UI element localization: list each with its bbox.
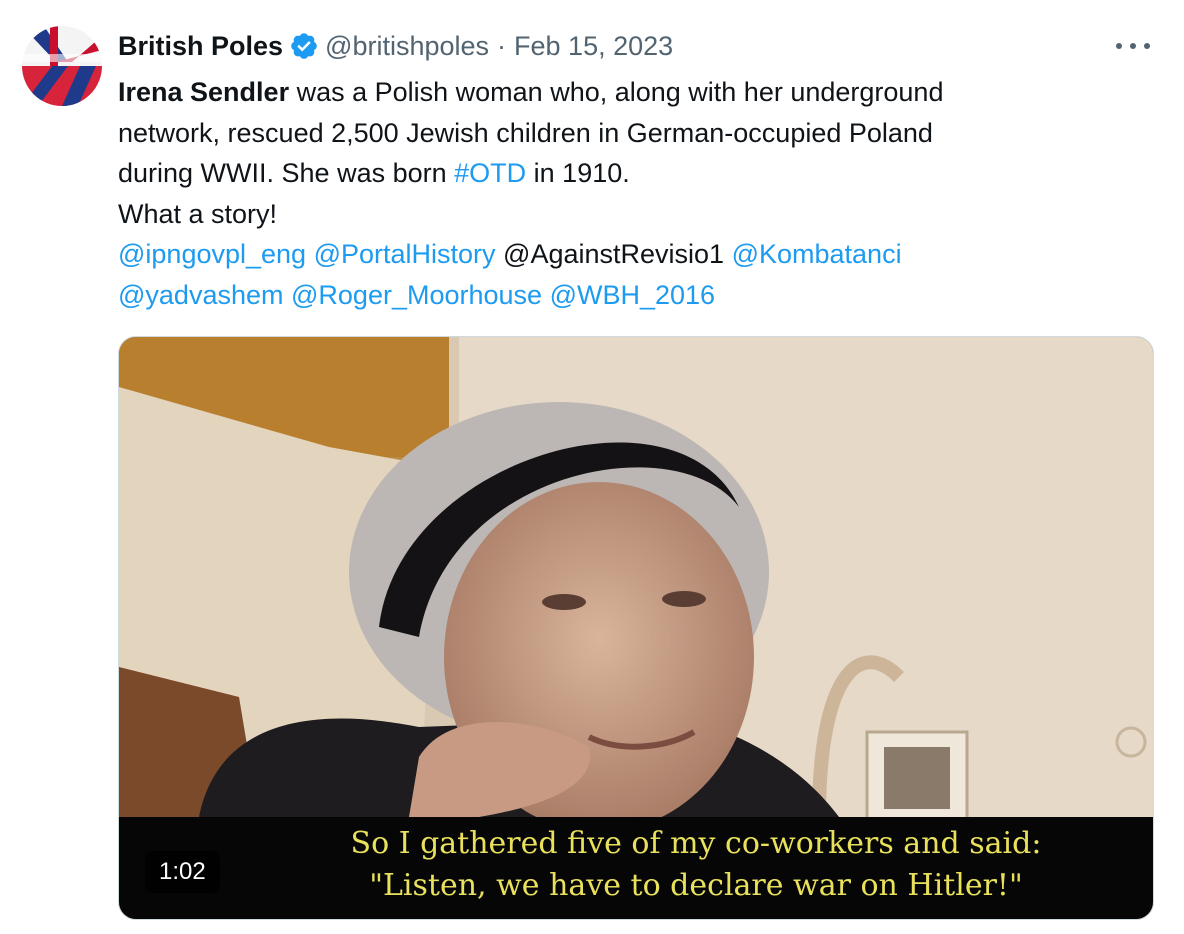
- tweet-text: Irena Sendler was a Polish woman who, al…: [118, 72, 1128, 315]
- text-line-4: What a story!: [118, 198, 278, 229]
- bold-name: Irena Sendler: [118, 77, 290, 107]
- tweet-date[interactable]: Feb 15, 2023: [514, 31, 673, 62]
- tweet-header: British Poles @britishpoles · Feb 15, 20…: [118, 28, 673, 64]
- video-player[interactable]: So I gathered five of my co-workers and …: [118, 336, 1154, 920]
- author-handle[interactable]: @britishpoles: [325, 31, 489, 62]
- line3-after: in 1910.: [526, 158, 630, 188]
- mentions-line-1: @ipngovpl_eng @PortalHistory @AgainstRev…: [118, 234, 1128, 275]
- video-duration: 1:02: [145, 851, 220, 893]
- hashtag-link[interactable]: #OTD: [454, 158, 526, 188]
- author-name[interactable]: British Poles: [118, 31, 283, 62]
- verified-badge-icon[interactable]: [289, 31, 319, 61]
- mention-link[interactable]: @ipngovpl_eng: [118, 239, 306, 269]
- subtitle-line-2: "Listen, we have to declare war on Hitle…: [369, 868, 1023, 903]
- author-avatar[interactable]: [22, 26, 102, 106]
- text-line-2: network, rescued 2,500 Jewish children i…: [118, 117, 933, 148]
- header-separator: ·: [497, 30, 507, 61]
- mention-link[interactable]: @Roger_Moorhouse: [291, 280, 542, 310]
- subtitle-line-1: So I gathered five of my co-workers and …: [350, 826, 1042, 861]
- line3-before: during WWII. She was born: [118, 158, 455, 188]
- flag-avatar-icon: [22, 26, 102, 106]
- more-options-icon[interactable]: [1116, 34, 1150, 58]
- mentions-line-2: @yadvashem @Roger_Moorhouse @WBH_2016: [118, 275, 1128, 316]
- mention-link[interactable]: @yadvashem: [118, 280, 283, 310]
- mention-link[interactable]: @PortalHistory: [314, 239, 496, 269]
- line1-rest: was a Polish woman who, along with her u…: [289, 77, 944, 107]
- text-line-1: Irena Sendler was a Polish woman who, al…: [118, 72, 1128, 113]
- mention-link[interactable]: @Kombatanci: [732, 239, 902, 269]
- mention-link[interactable]: @WBH_2016: [550, 280, 715, 310]
- text-line-3: during WWII. She was born #OTD in 1910.: [118, 153, 1128, 194]
- plain-mention: @AgainstRevisio1: [503, 239, 725, 269]
